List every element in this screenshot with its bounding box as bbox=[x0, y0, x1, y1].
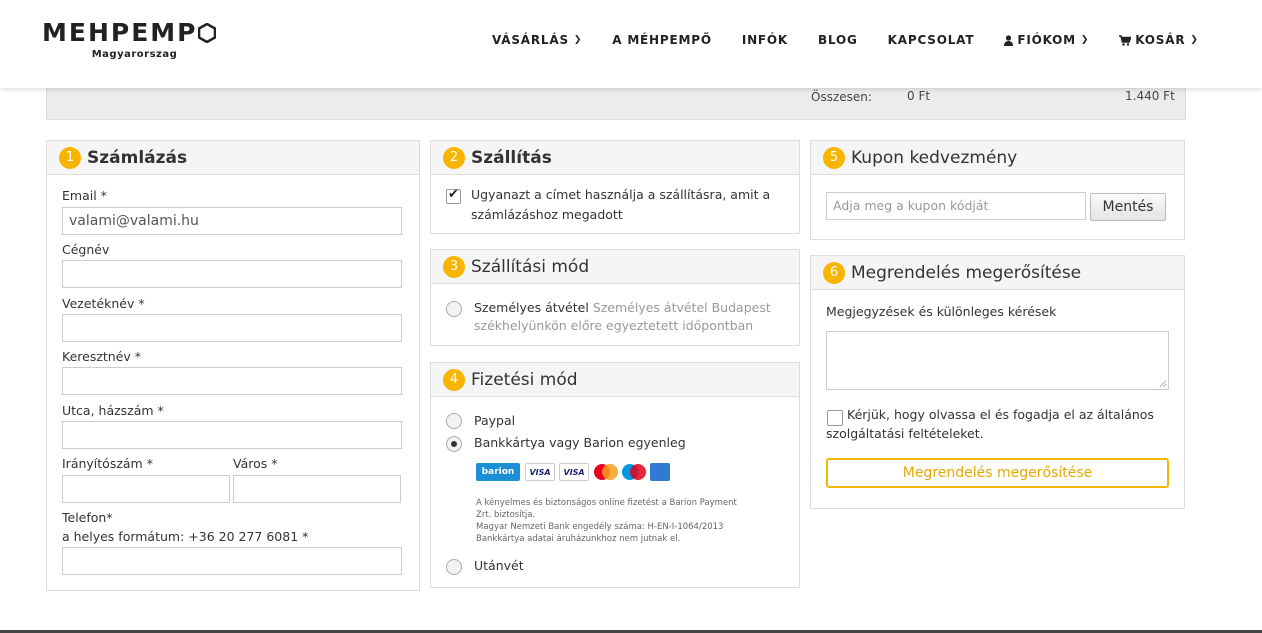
mastercard-logo-icon bbox=[594, 464, 618, 480]
shipping-method-panel-header: 3 Szállítási mód bbox=[431, 250, 799, 284]
chevron-down-icon: ❯ bbox=[1080, 35, 1090, 45]
shipping-method-panel: 3 Szállítási mód Személyes átvétel Szemé… bbox=[430, 249, 800, 346]
zip-field[interactable] bbox=[62, 475, 230, 503]
billing-panel: 1 Számlázás Email * valami@valami.hu Cég… bbox=[46, 140, 420, 591]
barion-note-line2: Zrt. biztosítja. bbox=[476, 510, 536, 520]
lastname-label: Vezetéknév * bbox=[62, 296, 145, 311]
maestro-logo-icon bbox=[622, 464, 646, 480]
firstname-label: Keresztnév * bbox=[62, 349, 142, 364]
nav-item-fiokom[interactable]: FIÓKOM ❯ bbox=[1004, 33, 1089, 47]
coupon-save-button[interactable]: Mentés bbox=[1090, 193, 1166, 221]
step-number: 4 bbox=[443, 368, 465, 391]
step-number: 5 bbox=[823, 146, 845, 169]
phone-label: Telefon* bbox=[62, 510, 113, 525]
same-address-checkbox[interactable] bbox=[446, 187, 461, 204]
step-number: 1 bbox=[59, 146, 81, 169]
panel-title: Kupon kedvezmény bbox=[851, 147, 1018, 168]
barion-note-line1: A kényelmes és biztonságos online fizeté… bbox=[476, 498, 737, 508]
pickup-option-desc-line2: székhelyünkön előre egyeztetett időpontb… bbox=[474, 318, 754, 333]
nav-item-blog[interactable]: BLOG bbox=[818, 33, 858, 47]
barion-logo-icon: barion bbox=[476, 463, 520, 481]
cod-radio[interactable] bbox=[446, 559, 462, 575]
payment-panel-header: 4 Fizetési mód bbox=[431, 363, 799, 397]
zip-label: Irányítószám * bbox=[62, 456, 153, 471]
shipping-panel: 2 Szállítás Ugyanazt a címet használja a… bbox=[430, 140, 800, 234]
email-field[interactable]: valami@valami.hu bbox=[62, 207, 402, 235]
cart-icon bbox=[1119, 34, 1132, 46]
panel-title: Szállítás bbox=[471, 147, 552, 168]
barion-note-line4: Bankkártya adatai áruházunkhoz nem jutna… bbox=[476, 534, 681, 544]
summary-total-label: Összesen: bbox=[811, 90, 872, 104]
nav-item-kapcsolat[interactable]: KAPCSOLAT bbox=[888, 33, 975, 47]
panel-title: Fizetési mód bbox=[471, 369, 578, 390]
company-field[interactable] bbox=[62, 260, 402, 288]
panel-title: Szállítási mód bbox=[471, 256, 590, 277]
notes-textarea[interactable] bbox=[826, 331, 1169, 390]
street-field[interactable] bbox=[62, 421, 402, 449]
bankcard-label: Bankkártya vagy Barion egyenleg bbox=[474, 435, 686, 450]
panel-title: Megrendelés megerősítése bbox=[851, 262, 1082, 283]
city-field[interactable] bbox=[233, 475, 401, 503]
payment-panel: 4 Fizetési mód Paypal Bankkártya vagy Ba… bbox=[430, 362, 800, 588]
nav-item-a-mehpempo[interactable]: A MÉHPEMPŐ bbox=[612, 33, 712, 47]
cod-label: Utánvét bbox=[474, 558, 524, 573]
order-summary-bar: Összesen: 0 Ft 1.440 Ft bbox=[46, 85, 1186, 120]
notes-label: Megjegyzések és különleges kérések bbox=[826, 304, 1057, 319]
step-number: 3 bbox=[443, 255, 465, 278]
amex-logo-icon bbox=[650, 463, 670, 481]
visa-electron-logo-icon: VISA bbox=[559, 463, 589, 481]
nav-item-vasarlas[interactable]: VÁSÁRLÁS ❯ bbox=[492, 33, 582, 47]
terms-label-line2: szolgáltatási feltételeket. bbox=[826, 426, 984, 441]
site-header: MEHPEMP Magyarorszag VÁSÁRLÁS ❯ A MÉHPEMP… bbox=[0, 0, 1262, 88]
same-address-label-line1: Ugyanazt a címet használja a szállításra… bbox=[471, 187, 771, 202]
coupon-panel: 5 Kupon kedvezmény Adja meg a kupon kódj… bbox=[810, 140, 1185, 240]
step-number: 2 bbox=[443, 146, 465, 169]
order-confirm-panel: 6 Megrendelés megerősítése Megjegyzések … bbox=[810, 255, 1185, 509]
nav-item-infok[interactable]: INFÓK bbox=[742, 33, 788, 47]
visa-logo-icon: VISA bbox=[525, 463, 555, 481]
terms-label-line1: Kérjük, hogy olvassa el és fogadja el az… bbox=[847, 407, 1154, 422]
city-label: Város * bbox=[233, 456, 278, 471]
main-nav: VÁSÁRLÁS ❯ A MÉHPEMPŐ INFÓK BLOG KAPCSOLA… bbox=[492, 33, 1229, 47]
bankcard-radio[interactable] bbox=[446, 436, 462, 452]
logo-subtitle: Magyarorszag bbox=[91, 49, 178, 60]
street-label: Utca, házszám * bbox=[62, 403, 164, 418]
shipping-panel-header: 2 Szállítás bbox=[431, 141, 799, 175]
summary-value-2: 1.440 Ft bbox=[1125, 89, 1175, 103]
lastname-field[interactable] bbox=[62, 314, 402, 342]
same-address-label-line2: számlázáshoz megadott bbox=[471, 207, 623, 222]
hexagon-logo-icon bbox=[198, 22, 217, 43]
phone-format-hint: a helyes formátum: +36 20 277 6081 * bbox=[62, 529, 309, 544]
user-icon bbox=[1004, 34, 1014, 46]
chevron-down-icon: ❯ bbox=[1190, 35, 1199, 45]
resize-handle-icon[interactable] bbox=[1159, 380, 1166, 387]
panel-title: Számlázás bbox=[87, 147, 188, 168]
coupon-panel-header: 5 Kupon kedvezmény bbox=[811, 141, 1184, 175]
chevron-down-icon: ❯ bbox=[573, 35, 583, 45]
billing-panel-header: 1 Számlázás bbox=[47, 141, 419, 175]
barion-note-line3: Magyar Nemzeti Bank engedély száma: H-EN… bbox=[476, 522, 724, 532]
card-logos: barion VISA VISA bbox=[476, 463, 671, 483]
paypal-radio[interactable] bbox=[446, 413, 462, 429]
phone-field[interactable] bbox=[62, 547, 402, 575]
order-confirm-panel-header: 6 Megrendelés megerősítése bbox=[811, 256, 1184, 290]
paypal-label: Paypal bbox=[474, 413, 516, 428]
firstname-field[interactable] bbox=[62, 367, 402, 395]
personal-pickup-label: Személyes átvétel Személyes átvétel Buda… bbox=[474, 298, 771, 318]
company-label: Cégnév bbox=[62, 242, 110, 257]
pickup-option-desc: Személyes átvétel Budapest bbox=[592, 300, 771, 315]
logo-wordmark: MEHPEMP bbox=[42, 18, 217, 47]
email-label: Email * bbox=[62, 188, 107, 203]
site-logo[interactable]: MEHPEMP Magyarorszag bbox=[42, 18, 217, 60]
nav-item-kosar[interactable]: KOSÁR ❯ bbox=[1119, 33, 1198, 47]
coupon-input[interactable]: Adja meg a kupon kódját bbox=[826, 192, 1086, 220]
pickup-option-name: Személyes átvétel bbox=[474, 300, 589, 315]
personal-pickup-radio[interactable] bbox=[446, 301, 462, 317]
step-number: 6 bbox=[823, 261, 845, 284]
confirm-order-button[interactable]: Megrendelés megerősítése bbox=[826, 458, 1169, 488]
summary-value-1: 0 Ft bbox=[907, 89, 931, 103]
